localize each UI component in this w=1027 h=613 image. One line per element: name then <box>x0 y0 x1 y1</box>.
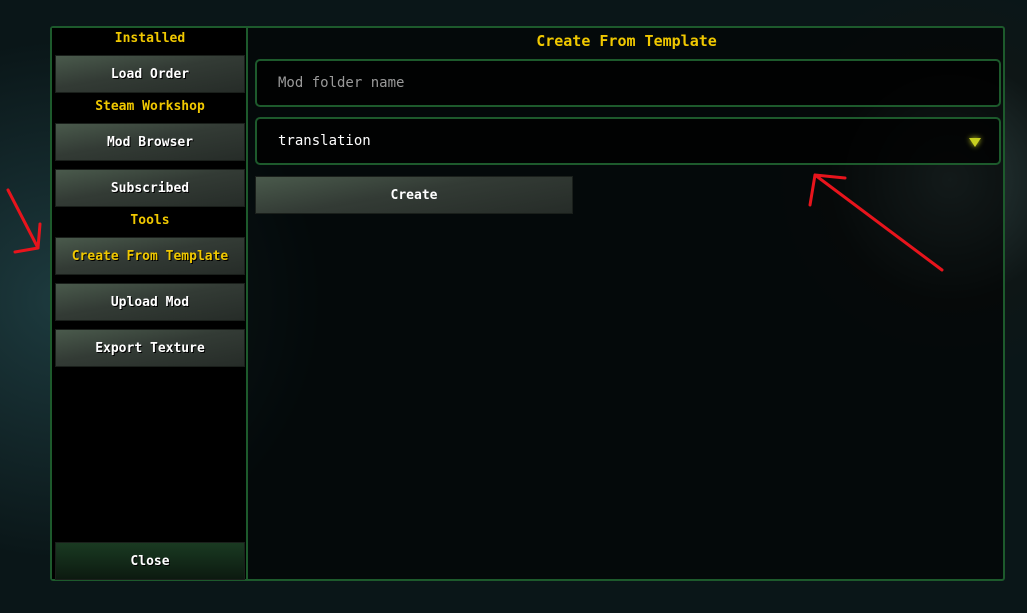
annotation-arrow-left <box>6 188 42 254</box>
annotation-arrows <box>6 173 944 272</box>
annotation-arrow-right <box>808 173 944 272</box>
